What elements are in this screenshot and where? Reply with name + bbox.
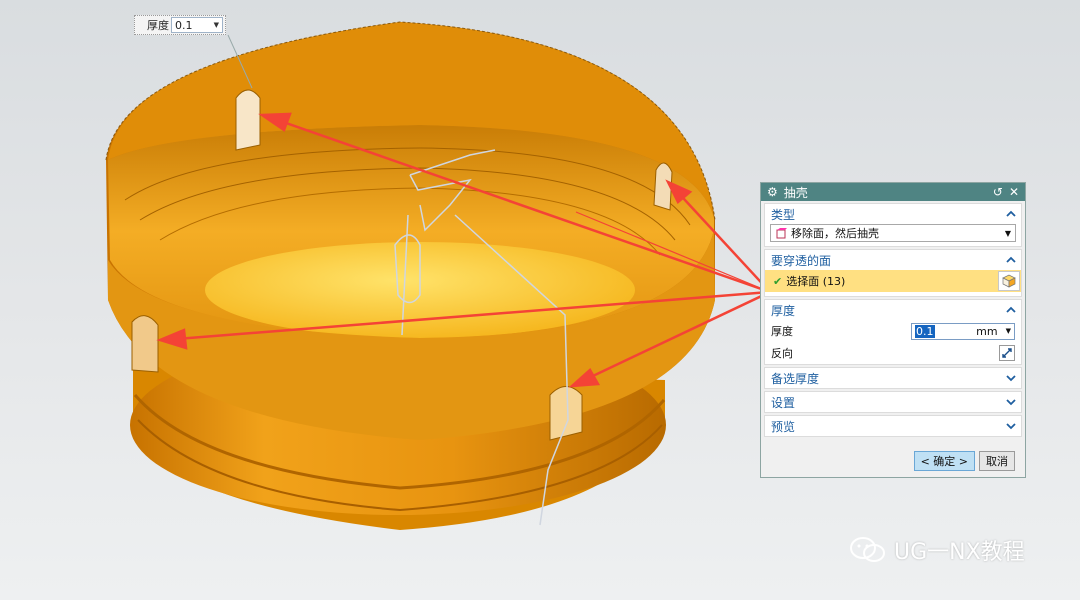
reverse-direction-icon: [1002, 348, 1012, 358]
type-section-header[interactable]: 类型: [765, 204, 1021, 224]
thickness-section: 厚度 厚度 0.1 mm ▼ 反向: [764, 299, 1022, 365]
cancel-button[interactable]: 取消: [979, 451, 1015, 471]
reverse-label: 反向: [771, 347, 793, 360]
alt-thickness-header[interactable]: 备选厚度: [765, 368, 1021, 388]
thickness-section-header[interactable]: 厚度: [765, 300, 1021, 320]
thickness-label: 厚度: [771, 325, 793, 338]
preview-section[interactable]: 预览: [764, 415, 1022, 437]
reverse-row: 反向: [765, 342, 1021, 364]
dialog-buttons: < 确定 > 取消: [913, 451, 1015, 471]
wechat-icon: [850, 537, 885, 562]
ok-button[interactable]: < 确定 >: [913, 451, 975, 471]
thickness-row: 厚度 0.1 mm ▼: [765, 320, 1021, 342]
shell-type-dropdown[interactable]: 移除面，然后抽壳 ▼: [770, 224, 1016, 242]
reverse-direction-button[interactable]: [999, 345, 1015, 361]
select-face-row[interactable]: ✔ 选择面 (13): [765, 270, 1021, 292]
thickness-section-title: 厚度: [771, 303, 796, 318]
shell-dialog: ⚙ 抽壳 ↺ ✕ 类型 移除面，然后抽壳 ▼ 要穿透的面 ✔ 选择面 (13): [760, 182, 1026, 478]
floating-thickness-input[interactable]: 0.1 ▼: [171, 17, 223, 33]
chevron-down-icon: ▼: [1004, 228, 1011, 238]
chevron-up-icon[interactable]: [1005, 254, 1017, 266]
chevron-up-icon[interactable]: [1005, 304, 1017, 316]
chevron-down-icon[interactable]: [1005, 420, 1017, 432]
type-section: 类型 移除面，然后抽壳 ▼: [764, 203, 1022, 247]
thickness-input[interactable]: 0.1 mm ▼: [911, 322, 1015, 340]
chevron-up-icon[interactable]: [1005, 208, 1017, 220]
dialog-titlebar: ⚙ 抽壳 ↺ ✕: [761, 183, 1025, 201]
chevron-down-icon[interactable]: [1005, 396, 1017, 408]
gear-icon: ⚙: [767, 185, 778, 199]
alt-thickness-title: 备选厚度: [771, 371, 820, 386]
face-select-button[interactable]: [998, 271, 1020, 291]
watermark: UG一NX教程: [848, 534, 1025, 566]
watermark-text: UG一NX教程: [894, 540, 1025, 565]
settings-section[interactable]: 设置: [764, 391, 1022, 413]
thickness-unit: mm: [976, 324, 998, 338]
checkmark-icon: ✔: [773, 274, 783, 288]
preview-title: 预览: [771, 419, 796, 434]
shell-type-value: 移除面，然后抽壳: [791, 227, 879, 240]
close-icon[interactable]: ✕: [1009, 186, 1019, 198]
pierce-section-title: 要穿透的面: [771, 253, 832, 268]
shell-type-icon: [776, 228, 787, 239]
chevron-down-icon[interactable]: ▼: [214, 21, 219, 29]
preview-header[interactable]: 预览: [765, 416, 1021, 436]
chevron-down-icon[interactable]: [1005, 372, 1017, 384]
settings-title: 设置: [771, 395, 796, 410]
thickness-value: 0.1: [915, 324, 935, 338]
settings-header[interactable]: 设置: [765, 392, 1021, 412]
alt-thickness-section[interactable]: 备选厚度: [764, 367, 1022, 389]
reset-icon[interactable]: ↺: [993, 186, 1003, 198]
pierce-section-header[interactable]: 要穿透的面: [765, 250, 1021, 270]
floating-thickness-label: 厚度: [147, 19, 169, 32]
floating-thickness-value: 0.1: [175, 18, 193, 32]
floating-thickness-box: 厚度 0.1 ▼: [134, 15, 226, 35]
type-section-title: 类型: [771, 207, 796, 222]
pierce-faces-section: 要穿透的面 ✔ 选择面 (13): [764, 249, 1022, 297]
dialog-title: 抽壳: [783, 185, 808, 200]
chevron-down-icon[interactable]: ▼: [1006, 327, 1011, 335]
cube-face-icon: [1002, 274, 1016, 288]
select-face-label: 选择面 (13): [786, 275, 846, 288]
